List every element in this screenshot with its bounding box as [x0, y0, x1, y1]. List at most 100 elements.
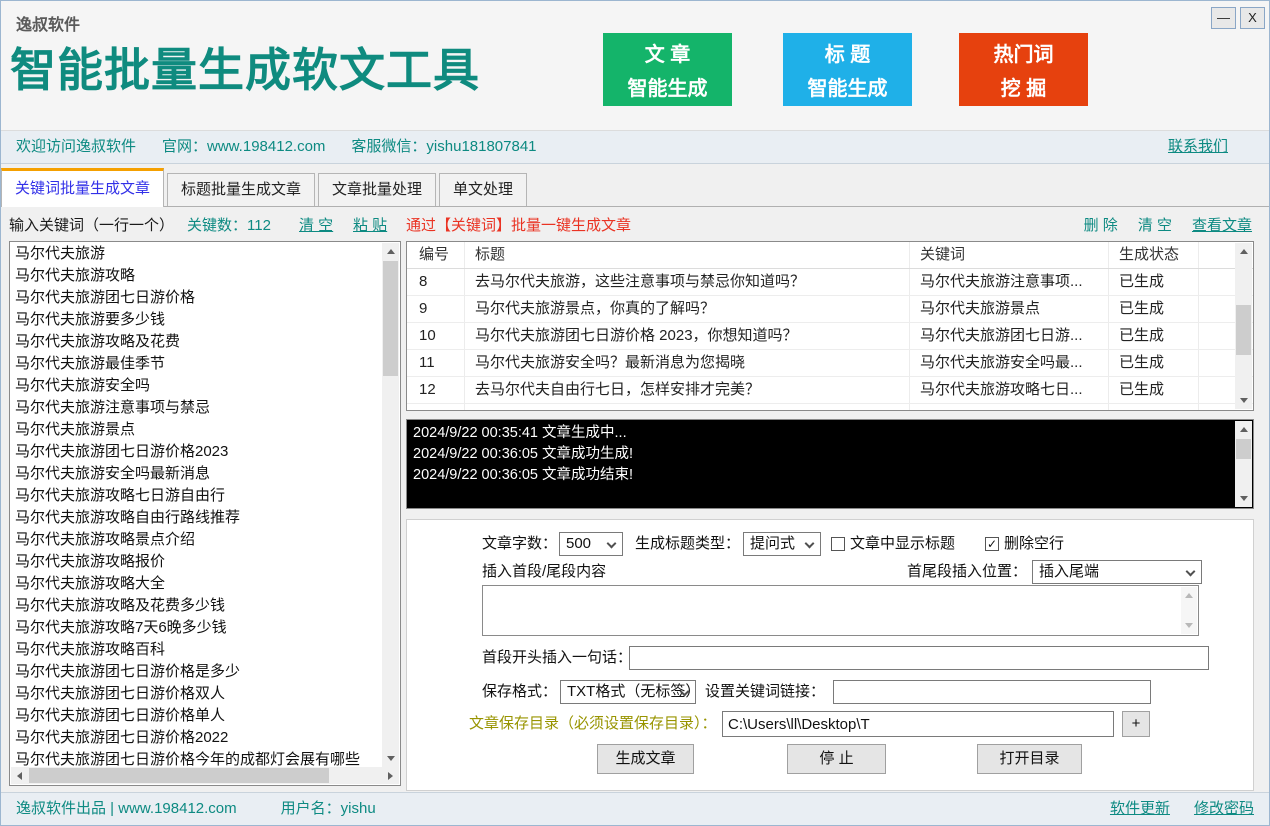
first-sentence-input[interactable] — [629, 646, 1209, 670]
scroll-up-icon[interactable] — [1235, 421, 1252, 438]
stop-button[interactable]: 停 止 — [787, 744, 886, 774]
article-generate-button[interactable]: 文 章 智能生成 — [603, 33, 732, 106]
scrollbar-thumb[interactable] — [29, 768, 329, 783]
insert-position-select[interactable]: 插入尾端 — [1032, 560, 1202, 584]
table-header-row: 编号 标题 关键词 生成状态 — [407, 242, 1253, 269]
generate-article-button[interactable]: 生成文章 — [597, 744, 694, 774]
word-count-select[interactable]: 500 — [559, 532, 623, 556]
table-row[interactable]: 8 去马尔代夫旅游，这些注意事项与禁忌你知道吗？ 马尔代夫旅游注意事项... 已… — [407, 269, 1253, 296]
contact-us-link[interactable]: 联系我们 — [1168, 131, 1228, 163]
welcome-greeting: 欢迎访问逸叔软件 — [16, 138, 136, 155]
keyword-item[interactable]: 马尔代夫旅游最佳季节 — [10, 353, 382, 375]
remove-blank-lines-checkbox[interactable]: ✓ — [985, 537, 999, 551]
keyword-item[interactable]: 马尔代夫旅游攻略及花费多少钱 — [10, 595, 382, 617]
scroll-up-icon[interactable] — [1235, 243, 1252, 260]
insert-position-label: 首尾段插入位置： — [907, 560, 1027, 584]
save-dir-input[interactable] — [722, 711, 1114, 737]
keyword-item[interactable]: 马尔代夫旅游攻略大全 — [10, 573, 382, 595]
scroll-up-icon[interactable] — [1181, 587, 1197, 604]
keyword-list-vertical-scrollbar[interactable] — [382, 243, 399, 767]
remove-blank-lines-label: 删除空行 — [1004, 532, 1064, 556]
textarea-scrollbar[interactable] — [1181, 587, 1197, 634]
keyword-item[interactable]: 马尔代夫旅游攻略及花费 — [10, 331, 382, 353]
keyword-item[interactable]: 马尔代夫旅游注意事项与禁忌 — [10, 397, 382, 419]
article-generate-label-line1: 文 章 — [645, 38, 691, 67]
cell-keyword: 马尔代夫旅游攻略七日... — [910, 377, 1109, 403]
save-format-select[interactable]: TXT格式（无标签） — [560, 680, 696, 704]
results-table: 编号 标题 关键词 生成状态 8 去马尔代夫旅游，这些注意事项与禁忌你知道吗？ … — [406, 241, 1254, 411]
keyword-item[interactable]: 马尔代夫旅游攻略景点介绍 — [10, 529, 382, 551]
scroll-down-icon[interactable] — [1181, 617, 1197, 634]
keyword-item[interactable]: 马尔代夫旅游攻略 — [10, 265, 382, 287]
title-generate-button[interactable]: 标 题 智能生成 — [783, 33, 912, 106]
scroll-down-icon[interactable] — [1235, 392, 1252, 409]
scroll-down-icon[interactable] — [1235, 490, 1252, 507]
cell-status: 已生成 — [1109, 323, 1199, 349]
table-delete-link[interactable]: 删 除 — [1084, 213, 1118, 239]
word-count-value: 500 — [566, 535, 591, 552]
keyword-item[interactable]: 马尔代夫旅游团七日游价格2023 — [10, 441, 382, 463]
keyword-item[interactable]: 马尔代夫旅游攻略报价 — [10, 551, 382, 573]
open-directory-button[interactable]: 打开目录 — [977, 744, 1082, 774]
show-title-checkbox[interactable] — [831, 537, 845, 551]
close-button[interactable]: X — [1240, 7, 1265, 29]
log-vertical-scrollbar[interactable] — [1235, 421, 1252, 507]
keyword-item[interactable]: 马尔代夫旅游团七日游价格单人 — [10, 705, 382, 727]
keyword-item[interactable]: 马尔代夫旅游团七日游价格2022 — [10, 727, 382, 749]
title-generate-label-line2: 智能生成 — [808, 72, 888, 101]
keyword-item[interactable]: 马尔代夫旅游攻略七日游自由行 — [10, 485, 382, 507]
keywords-clear-link[interactable]: 清 空 — [299, 213, 333, 239]
keywords-paste-link[interactable]: 粘 贴 — [353, 213, 387, 239]
keyword-item[interactable]: 马尔代夫旅游攻略自由行路线推荐 — [10, 507, 382, 529]
keyword-item[interactable]: 马尔代夫旅游攻略7天6晚多少钱 — [10, 617, 382, 639]
table-row[interactable]: 10 马尔代夫旅游团七日游价格 2023，你想知道吗？ 马尔代夫旅游团七日游..… — [407, 323, 1253, 350]
keyword-list-horizontal-scrollbar[interactable] — [11, 767, 399, 784]
title-type-label: 生成标题类型： — [635, 532, 740, 556]
keyword-item[interactable]: 马尔代夫旅游团七日游价格是多少 — [10, 661, 382, 683]
table-row[interactable]: 12 去马尔代夫自由行七日，怎样安排才完美？ 马尔代夫旅游攻略七日... 已生成 — [407, 377, 1253, 404]
tab-single-article-process[interactable]: 单文处理 — [439, 173, 527, 206]
title-generate-label-line1: 标 题 — [825, 38, 871, 67]
hotword-mining-button[interactable]: 热门词 挖 掘 — [959, 33, 1088, 106]
tab-keyword-batch-generate[interactable]: 关键词批量生成文章 — [1, 168, 164, 207]
tab-article-batch-process[interactable]: 文章批量处理 — [318, 173, 436, 206]
keyword-item[interactable]: 马尔代夫旅游团七日游价格 — [10, 287, 382, 309]
scrollbar-thumb[interactable] — [1236, 305, 1251, 355]
scroll-up-icon[interactable] — [382, 243, 399, 260]
cell-id: 8 — [407, 269, 465, 295]
title-type-select[interactable]: 提问式 — [743, 532, 821, 556]
change-password-link[interactable]: 修改密码 — [1194, 793, 1254, 824]
scrollbar-thumb[interactable] — [1236, 439, 1251, 459]
table-vertical-scrollbar[interactable] — [1235, 243, 1252, 409]
keyword-item[interactable]: 马尔代夫旅游安全吗最新消息 — [10, 463, 382, 485]
keyword-item[interactable]: 马尔代夫旅游安全吗 — [10, 375, 382, 397]
first-sentence-label: 首段开头插入一句话： — [482, 646, 632, 670]
keyword-item[interactable]: 马尔代夫旅游要多少钱 — [10, 309, 382, 331]
scroll-down-icon[interactable] — [382, 750, 399, 767]
tab-title-batch-generate[interactable]: 标题批量生成文章 — [167, 173, 315, 206]
article-generate-label-line2: 智能生成 — [628, 72, 708, 101]
chevron-down-icon — [805, 539, 815, 549]
browse-dir-button[interactable]: + — [1122, 711, 1150, 737]
minimize-button[interactable]: — — [1211, 7, 1236, 29]
scroll-left-icon[interactable] — [11, 767, 28, 784]
tab-strip: 关键词批量生成文章 标题批量生成文章 文章批量处理 单文处理 — [1, 165, 1269, 207]
scrollbar-thumb[interactable] — [383, 261, 398, 376]
keyword-item[interactable]: 马尔代夫旅游攻略百科 — [10, 639, 382, 661]
cell-status: 已生成 — [1109, 377, 1199, 403]
keyword-item[interactable]: 马尔代夫旅游景点 — [10, 419, 382, 441]
software-update-link[interactable]: 软件更新 — [1110, 793, 1170, 824]
table-row[interactable]: 11 马尔代夫旅游安全吗？最新消息为您揭晓 马尔代夫旅游安全吗最... 已生成 — [407, 350, 1253, 377]
view-article-link[interactable]: 查看文章 — [1192, 213, 1252, 239]
keyword-item[interactable]: 马尔代夫旅游团七日游价格双人 — [10, 683, 382, 705]
log-line: 2024/9/22 00:35:41 文章生成中... — [413, 423, 1233, 444]
keyword-link-input[interactable] — [833, 680, 1151, 704]
keyword-item[interactable]: 马尔代夫旅游团七日游价格今年的成都灯会展有哪些 — [10, 749, 382, 767]
table-clear-link[interactable]: 清 空 — [1138, 213, 1172, 239]
keyword-item[interactable]: 马尔代夫旅游 — [10, 243, 382, 265]
insert-content-textarea[interactable] — [482, 585, 1199, 636]
cell-title: 马尔代夫旅游团七日游价格 2023，你想知道吗？ — [465, 323, 910, 349]
scroll-right-icon[interactable] — [382, 767, 399, 784]
table-row[interactable]: 9 马尔代夫旅游景点，你真的了解吗？ 马尔代夫旅游景点 已生成 — [407, 296, 1253, 323]
keyword-listbox[interactable]: 马尔代夫旅游马尔代夫旅游攻略马尔代夫旅游团七日游价格马尔代夫旅游要多少钱马尔代夫… — [9, 241, 401, 786]
